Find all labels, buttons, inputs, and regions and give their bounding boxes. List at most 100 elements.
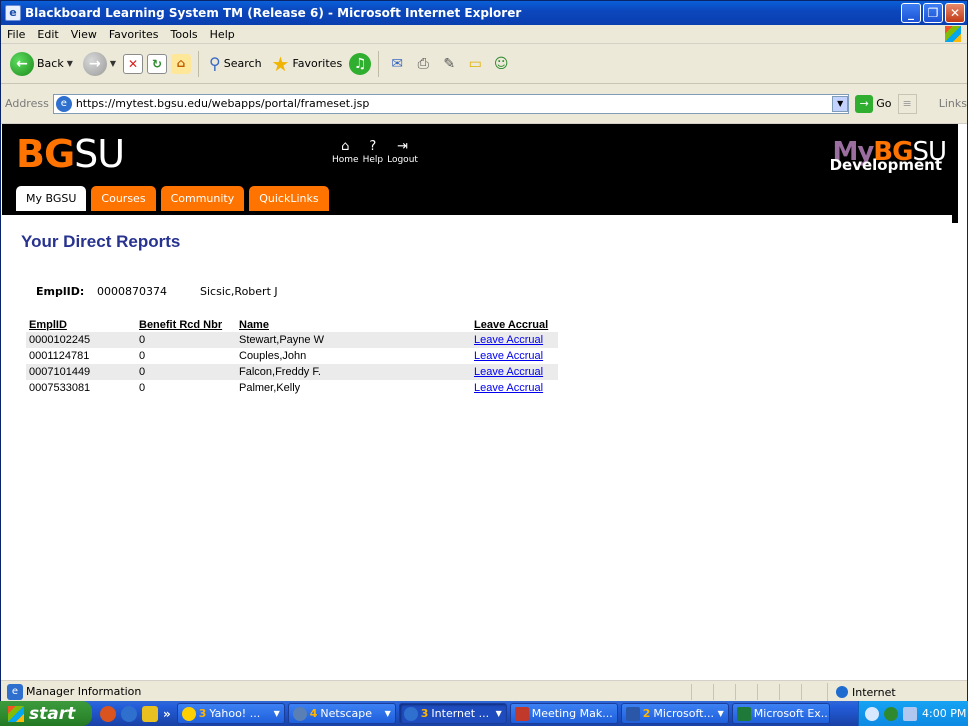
- task-microsoft-word[interactable]: 2 Microsoft... ▼: [620, 703, 729, 724]
- netscape-icon: [292, 706, 307, 721]
- maximize-button[interactable]: ❐: [923, 3, 943, 23]
- tray-messenger-icon[interactable]: [884, 706, 898, 721]
- forward-button[interactable]: → ▼: [80, 50, 119, 78]
- tab-quicklinks[interactable]: QuickLinks: [249, 186, 329, 211]
- table-row: 0001124781 0 Couples,John Leave Accrual: [29, 350, 544, 362]
- ie-icon: e: [5, 5, 21, 21]
- task-yahoo[interactable]: 3 Yahoo! ... ▼: [176, 703, 285, 724]
- start-button[interactable]: start: [0, 701, 92, 726]
- toolbar-separator: [378, 50, 380, 77]
- tab-community[interactable]: Community: [160, 186, 245, 211]
- help-icon: ?: [369, 139, 377, 154]
- col-benefit-rcd: Benefit Rcd Nbr: [139, 319, 223, 331]
- search-icon: ⚲: [209, 54, 221, 73]
- task-microsoft-excel[interactable]: Microsoft Ex...: [731, 703, 830, 724]
- globe-icon: [836, 686, 848, 698]
- window-title: Blackboard Learning System TM (Release 6…: [25, 6, 522, 20]
- col-emplid: EmplID: [29, 319, 67, 331]
- header-divider: [2, 211, 958, 215]
- help-link[interactable]: ? Help: [363, 139, 384, 165]
- tray-expand-icon[interactable]: [865, 706, 879, 721]
- leave-accrual-link[interactable]: Leave Accrual: [474, 382, 543, 394]
- status-bar: e Manager Information Internet: [1, 680, 967, 702]
- bgsu-header: BGSU ⌂ Home ? Help ⇥ Logout MyBGSU Devel…: [2, 124, 958, 211]
- menu-help[interactable]: Help: [204, 28, 241, 41]
- manager-info: EmplID: 0000870374 Sicsic,Robert J: [36, 285, 278, 298]
- links-button[interactable]: Links: [939, 97, 967, 110]
- leave-accrual-link[interactable]: Leave Accrual: [474, 350, 543, 362]
- page-content: BGSU ⌂ Home ? Help ⇥ Logout MyBGSU Devel…: [2, 124, 958, 680]
- menu-favorites[interactable]: Favorites: [103, 28, 165, 41]
- environment-label: Development: [829, 156, 942, 174]
- quick-launch: »: [100, 705, 171, 722]
- tab-courses[interactable]: Courses: [91, 186, 156, 211]
- mail-icon[interactable]: ✉: [386, 53, 408, 75]
- task-internet-explorer[interactable]: 3 Internet ... ▼: [398, 703, 507, 724]
- dropdown-arrow-icon: ▼: [109, 59, 117, 68]
- quick-launch-app-icon[interactable]: [142, 705, 158, 722]
- manager-name: Sicsic,Robert J: [200, 285, 278, 298]
- menu-edit[interactable]: Edit: [31, 28, 64, 41]
- tray-mail-icon[interactable]: [903, 706, 917, 721]
- menu-view[interactable]: View: [65, 28, 103, 41]
- task-meeting-maker[interactable]: Meeting Mak...: [509, 703, 618, 724]
- favorites-button[interactable]: ★ Favorites: [269, 50, 346, 78]
- status-panes: [691, 684, 823, 700]
- minimize-button[interactable]: _: [901, 3, 921, 23]
- toolbar-grip-icon: ≡: [897, 93, 917, 114]
- home-link[interactable]: ⌂ Home: [332, 139, 359, 165]
- page-icon: e: [55, 95, 72, 112]
- excel-icon: [736, 706, 751, 721]
- messenger-icon[interactable]: ☺: [490, 53, 512, 75]
- manager-emplid: 0000870374: [97, 285, 167, 298]
- bgsu-logo: BGSU: [16, 132, 125, 176]
- quick-launch-firefox-icon[interactable]: [100, 705, 116, 722]
- col-leave-accrual: Leave Accrual: [474, 319, 549, 331]
- home-icon: ⌂: [341, 139, 350, 154]
- media-icon[interactable]: ♫: [349, 52, 372, 75]
- refresh-button[interactable]: ↻: [147, 53, 168, 74]
- quick-launch-more-icon[interactable]: »: [163, 707, 171, 721]
- logout-icon: ⇥: [397, 139, 408, 154]
- print-icon[interactable]: ⎙: [412, 53, 434, 75]
- security-zone: Internet: [827, 683, 967, 701]
- menu-tools[interactable]: Tools: [165, 28, 204, 41]
- back-button[interactable]: ← Back ▼: [7, 50, 76, 78]
- tab-my-bgsu[interactable]: My BGSU: [16, 186, 87, 211]
- go-arrow-icon: →: [855, 94, 874, 113]
- page-status-icon: e: [7, 683, 23, 700]
- leave-accrual-link[interactable]: Leave Accrual: [474, 366, 543, 378]
- edit-icon[interactable]: ✎: [438, 53, 460, 75]
- windows-logo-icon: [945, 26, 961, 42]
- portal-tabs: My BGSU Courses Community QuickLinks: [16, 186, 329, 211]
- table-row: 0000102245 0 Stewart,Payne W Leave Accru…: [26, 332, 558, 348]
- stop-button[interactable]: ✕: [123, 53, 144, 74]
- mybgsu-logo: MyBGSU Development: [830, 138, 947, 174]
- standard-toolbar: ← Back ▼ → ▼ ✕ ↻ ⌂ ⚲ Search ★ Favorites …: [1, 44, 967, 84]
- table-row: 0007101449 0 Falcon,Freddy F. Leave Accr…: [26, 364, 558, 380]
- status-text: Manager Information: [26, 685, 142, 698]
- go-button[interactable]: → Go: [855, 94, 892, 113]
- header-nav: ⌂ Home ? Help ⇥ Logout: [332, 139, 418, 165]
- dropdown-arrow-icon: ▼: [66, 59, 73, 68]
- leave-accrual-link[interactable]: Leave Accrual: [474, 334, 543, 346]
- yahoo-icon: [181, 706, 196, 721]
- direct-reports-table: EmplID Benefit Rcd Nbr Name Leave Accrua…: [26, 318, 558, 396]
- toolbar-separator: [198, 50, 200, 77]
- search-button[interactable]: ⚲ Search: [206, 52, 265, 75]
- taskbar: start » 3 Yahoo! ... ▼ 4 Netscape ▼ 3 Interne…: [0, 701, 968, 726]
- address-dropdown-icon[interactable]: ▼: [832, 95, 849, 112]
- discuss-icon[interactable]: ▭: [464, 53, 486, 75]
- clock: 4:00 PM: [922, 707, 967, 720]
- logout-link[interactable]: ⇥ Logout: [387, 139, 418, 165]
- home-button[interactable]: ⌂: [171, 53, 192, 74]
- menu-file[interactable]: File: [1, 28, 31, 41]
- col-name: Name: [239, 319, 269, 331]
- close-button[interactable]: ✕: [945, 3, 965, 23]
- menu-bar: File Edit View Favorites Tools Help: [1, 25, 967, 44]
- address-input[interactable]: e https://mytest.bgsu.edu/webapps/portal…: [52, 93, 850, 114]
- task-netscape[interactable]: 4 Netscape ▼: [287, 703, 396, 724]
- word-icon: [625, 706, 640, 721]
- title-bar[interactable]: e Blackboard Learning System TM (Release…: [1, 1, 967, 25]
- quick-launch-ie-icon[interactable]: [121, 705, 137, 722]
